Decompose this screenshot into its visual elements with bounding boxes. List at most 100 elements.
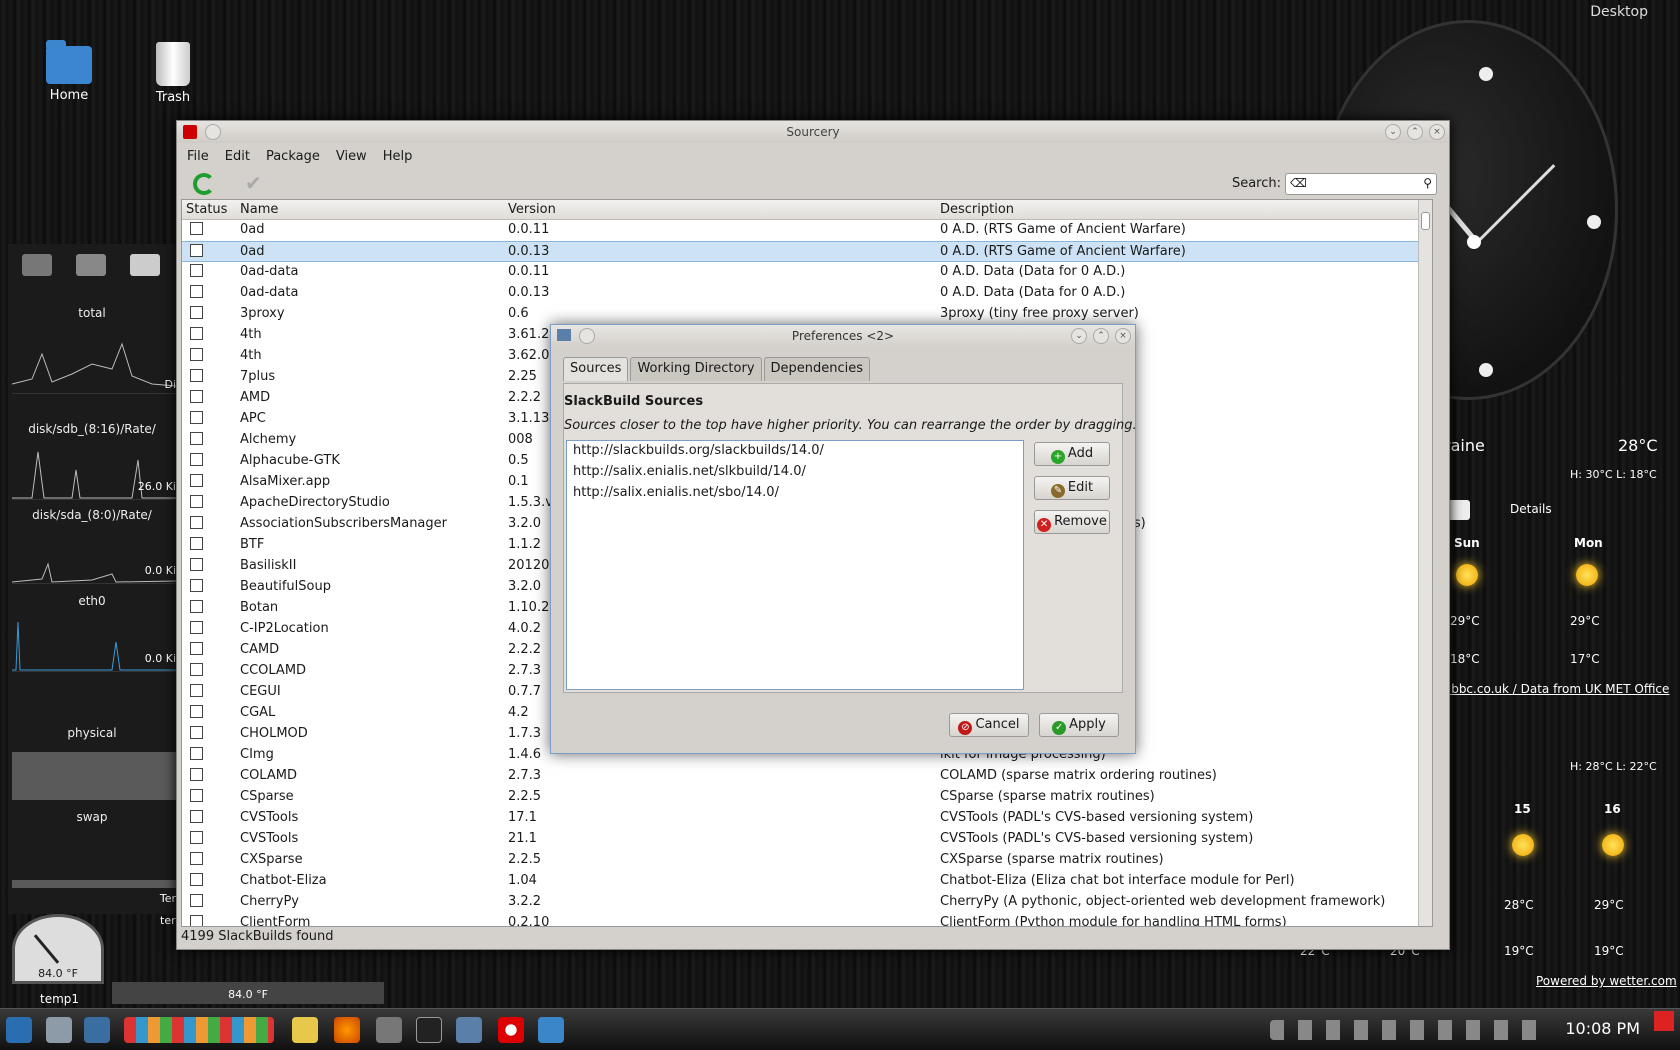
status-checkbox[interactable] — [190, 264, 203, 277]
status-checkbox[interactable] — [190, 369, 203, 382]
status-checkbox[interactable] — [190, 222, 203, 235]
apply-button[interactable]: ✓ Apply — [1039, 713, 1119, 737]
table-row[interactable]: 3proxy 0.6 3proxy (tiny free proxy server) — [182, 304, 1432, 325]
desktop-icon[interactable] — [84, 1017, 110, 1043]
notes-icon[interactable] — [292, 1017, 318, 1043]
firefox-icon[interactable] — [334, 1017, 360, 1043]
status-checkbox[interactable] — [190, 705, 203, 718]
status-checkbox[interactable] — [190, 411, 203, 424]
maximize-icon[interactable]: ⌃ — [1093, 328, 1109, 344]
scroll-thumb[interactable] — [1421, 212, 1430, 230]
dialog-titlebar[interactable]: Preferences <2> ⌄ ⌃ × — [551, 325, 1135, 347]
table-row[interactable]: CVSTools 17.1 CVSTools (PADL's CVS-based v… — [182, 808, 1432, 829]
binoculars-icon[interactable]: ⚲ — [1423, 176, 1432, 190]
table-row[interactable]: COLAMD 2.7.3 COLAMD (sparse matrix orderin… — [182, 766, 1432, 787]
package-manager-icon[interactable] — [376, 1017, 402, 1043]
table-row[interactable]: CherryPy 3.2.2 CherryPy (A pythonic, objec… — [182, 892, 1432, 913]
minimize-icon[interactable]: ⌄ — [1071, 328, 1087, 344]
details-button[interactable]: Details — [1510, 502, 1552, 516]
status-checkbox[interactable] — [190, 789, 203, 802]
status-checkbox[interactable] — [190, 495, 203, 508]
weather-source-link[interactable]: e.bbc.co.uk / Data from UK MET Office — [1440, 682, 1669, 696]
pin-icon[interactable] — [205, 124, 221, 140]
refresh-icon[interactable] — [193, 173, 215, 195]
clear-search-icon[interactable]: ⌫ — [1290, 176, 1307, 190]
status-checkbox[interactable] — [190, 768, 203, 781]
list-item[interactable]: http://salix.enialis.net/slkbuild/14.0/ — [567, 462, 1023, 483]
pin-icon[interactable] — [579, 328, 595, 344]
add-button[interactable]: + Add — [1034, 442, 1110, 466]
menu-file[interactable]: File — [187, 149, 219, 164]
status-checkbox[interactable] — [190, 244, 203, 257]
status-checkbox[interactable] — [190, 327, 203, 340]
apply-check-icon[interactable]: ✔ — [245, 171, 262, 195]
column-description[interactable]: Description — [940, 202, 1014, 217]
menu-edit[interactable]: Edit — [225, 149, 260, 164]
status-checkbox[interactable] — [190, 348, 203, 361]
status-checkbox[interactable] — [190, 558, 203, 571]
sources-list[interactable]: http://slackbuilds.org/slackbuilds/14.0/… — [566, 440, 1024, 690]
column-name[interactable]: Name — [240, 202, 278, 217]
column-version[interactable]: Version — [508, 202, 556, 217]
taskbar-clock[interactable]: 10:08 PM — [1565, 1019, 1640, 1038]
status-checkbox[interactable] — [190, 285, 203, 298]
list-item[interactable]: http://slackbuilds.org/slackbuilds/14.0/ — [567, 441, 1023, 462]
computer-icon[interactable] — [46, 1017, 72, 1043]
close-icon[interactable]: × — [1429, 124, 1445, 140]
desktop-label[interactable]: Desktop — [1590, 4, 1648, 20]
table-row[interactable]: Chatbot-Eliza 1.04 Chatbot-Eliza (Eliza ch… — [182, 871, 1432, 892]
menu-view[interactable]: View — [336, 149, 377, 164]
minimize-icon[interactable]: ⌄ — [1385, 124, 1401, 140]
table-row[interactable]: 0ad-data 0.0.11 0 A.D. Data (Data for 0 A.… — [182, 262, 1432, 283]
column-status[interactable]: Status — [186, 202, 227, 217]
status-checkbox[interactable] — [190, 579, 203, 592]
table-row[interactable]: 0ad 0.0.13 0 A.D. (RTS Game of Ancient War… — [182, 241, 1432, 262]
status-checkbox[interactable] — [190, 663, 203, 676]
status-checkbox[interactable] — [190, 390, 203, 403]
status-checkbox[interactable] — [190, 453, 203, 466]
status-checkbox[interactable] — [190, 600, 203, 613]
status-checkbox[interactable] — [190, 306, 203, 319]
status-checkbox[interactable] — [190, 747, 203, 760]
status-checkbox[interactable] — [190, 516, 203, 529]
opera-icon[interactable] — [498, 1017, 524, 1043]
tab-sources[interactable]: Sources — [563, 357, 629, 381]
close-icon[interactable]: × — [1115, 328, 1131, 344]
table-row[interactable]: CVSTools 21.1 CVSTools (PADL's CVS-based v… — [182, 829, 1432, 850]
window-titlebar[interactable]: Sourcery ⌄ ⌃ × — [177, 121, 1449, 143]
table-row[interactable]: CXSparse 2.2.5 CXSparse (sparse matrix rou… — [182, 850, 1432, 871]
status-checkbox[interactable] — [190, 852, 203, 865]
notification-icon[interactable] — [1654, 1011, 1674, 1031]
home-desktop-icon[interactable]: Home — [24, 40, 114, 103]
status-checkbox[interactable] — [190, 726, 203, 739]
terminal-icon[interactable] — [416, 1017, 442, 1043]
status-checkbox[interactable] — [190, 432, 203, 445]
powered-by-link[interactable]: Powered by wetter.com — [1536, 974, 1677, 988]
status-checkbox[interactable] — [190, 642, 203, 655]
table-row[interactable]: 0ad-data 0.0.13 0 A.D. Data (Data for 0 A.… — [182, 283, 1432, 304]
status-checkbox[interactable] — [190, 621, 203, 634]
status-checkbox[interactable] — [190, 474, 203, 487]
edit-button[interactable]: ✎ Edit — [1034, 476, 1110, 500]
status-checkbox[interactable] — [190, 873, 203, 886]
cancel-button[interactable]: ⊘ Cancel — [949, 713, 1029, 737]
remove-button[interactable]: ✕ Remove — [1034, 510, 1110, 534]
status-checkbox[interactable] — [190, 915, 203, 926]
menu-package[interactable]: Package — [266, 149, 330, 164]
tab-working-directory[interactable]: Working Directory — [630, 357, 762, 381]
table-row[interactable]: 0ad 0.0.11 0 A.D. (RTS Game of Ancient War… — [182, 220, 1432, 241]
list-item[interactable]: http://salix.enialis.net/sbo/14.0/ — [567, 483, 1023, 504]
system-tray-icons[interactable] — [1270, 1020, 1540, 1040]
sourcery-task-icon[interactable] — [456, 1017, 482, 1043]
trash-desktop-icon[interactable]: Trash — [128, 40, 218, 105]
status-checkbox[interactable] — [190, 684, 203, 697]
tab-dependencies[interactable]: Dependencies — [763, 357, 871, 381]
search-input[interactable]: ⌫ ⚲ — [1285, 173, 1437, 195]
status-checkbox[interactable] — [190, 831, 203, 844]
table-row[interactable]: CSparse 2.2.5 CSparse (sparse matrix routi… — [182, 787, 1432, 808]
quicklaunch-icons[interactable] — [124, 1017, 274, 1043]
status-checkbox[interactable] — [190, 810, 203, 823]
kde-menu-icon[interactable] — [6, 1017, 32, 1043]
status-checkbox[interactable] — [190, 537, 203, 550]
maximize-icon[interactable]: ⌃ — [1407, 124, 1423, 140]
